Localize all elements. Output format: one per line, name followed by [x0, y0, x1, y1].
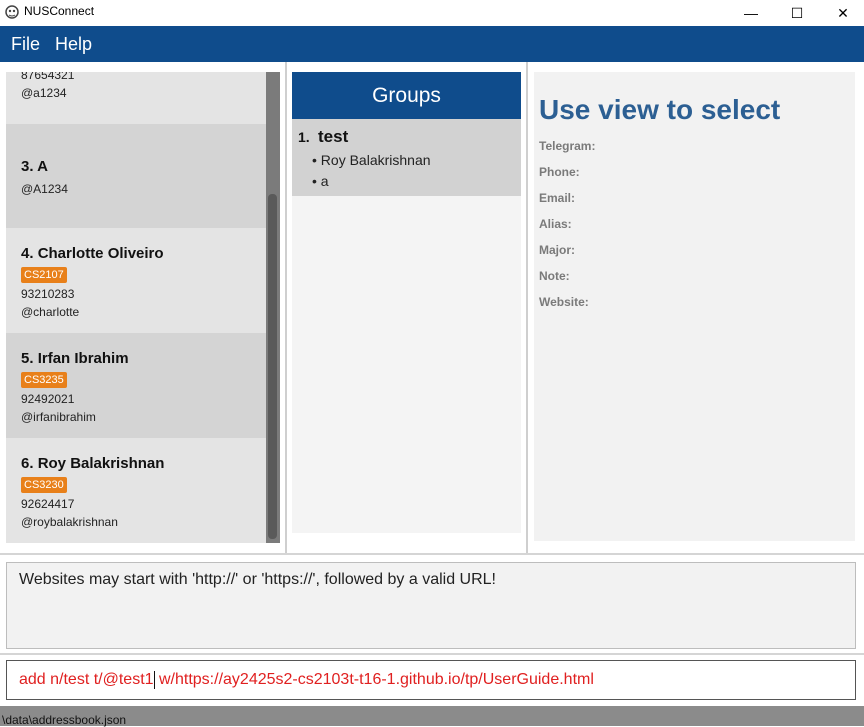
detail-label-telegram: Telegram: — [539, 139, 596, 153]
person-index: 3. — [21, 158, 34, 175]
detail-title: Use view to select — [539, 94, 781, 125]
command-text-before-cursor: add n/test t/@test1 — [19, 671, 154, 689]
pane-divider — [526, 62, 528, 554]
module-tag: CS3235 — [21, 372, 67, 388]
result-display[interactable]: Websites may start with 'http://' or 'ht… — [6, 562, 856, 649]
person-detail-panel: Use view to select Telegram: Phone: Emai… — [534, 72, 855, 541]
person-index: 5. — [21, 350, 34, 367]
group-name: test — [318, 127, 349, 146]
person-telegram: @roybalakrishnan — [21, 515, 118, 529]
close-button[interactable]: ✕ — [820, 0, 864, 26]
section-divider — [0, 653, 864, 655]
person-telegram: @a1234 — [21, 86, 67, 100]
person-card[interactable]: 5. Irfan Ibrahim CS3235 92492021 @irfani… — [6, 333, 266, 438]
save-location: \data\addressbook.json — [2, 713, 127, 727]
person-name: Irfan Ibrahim — [37, 350, 129, 367]
detail-label-note: Note: — [539, 269, 570, 283]
menu-help[interactable]: Help — [55, 34, 92, 55]
person-name: Charlotte Oliveiro — [37, 245, 164, 262]
person-index: 4. — [21, 245, 34, 262]
group-member: • a — [312, 173, 329, 189]
group-member: • Roy Balakrishnan — [312, 152, 431, 168]
person-name: Roy Balakrishnan — [37, 455, 165, 472]
status-bar: \data\addressbook.json — [0, 706, 864, 727]
window-title: NUSConnect — [24, 4, 95, 18]
person-phone: 92624417 — [21, 497, 75, 511]
module-tag: CS3230 — [21, 477, 67, 493]
group-card[interactable]: 1. test • Roy Balakrishnan • a — [292, 119, 521, 196]
person-card[interactable]: 6. Roy Balakrishnan CS3230 92624417 @roy… — [6, 438, 266, 543]
person-card[interactable]: 87654321 @a1234 — [6, 72, 266, 124]
person-name: A — [37, 158, 48, 175]
person-phone: 92492021 — [21, 392, 75, 406]
person-card[interactable]: 3. A @A1234 — [6, 124, 266, 228]
detail-label-phone: Phone: — [539, 165, 580, 179]
groups-header: Groups — [292, 72, 521, 119]
person-telegram: @irfanibrahim — [21, 410, 96, 424]
person-telegram: @charlotte — [21, 305, 80, 319]
menu-bar: File Help — [0, 26, 864, 62]
detail-label-major: Major: — [539, 243, 575, 257]
app-logo-icon — [5, 5, 19, 19]
person-card[interactable]: 4. Charlotte Oliveiro CS2107 93210283 @c… — [6, 228, 266, 333]
command-text-after-cursor: w/https://ay2425s2-cs2103t-t16-1.github.… — [154, 671, 594, 689]
module-tag: CS2107 — [21, 267, 67, 283]
detail-label-website: Website: — [539, 295, 589, 309]
title-bar: NUSConnect — ☐ ✕ — [0, 0, 864, 26]
groups-panel: Groups 1. test • Roy Balakrishnan • a — [292, 72, 521, 533]
menu-file[interactable]: File — [11, 34, 40, 55]
detail-label-email: Email: — [539, 191, 576, 205]
person-phone: 93210283 — [21, 287, 75, 301]
section-divider — [0, 553, 864, 555]
person-telegram: @A1234 — [21, 182, 68, 196]
command-input[interactable]: add n/test t/@test1 w/https://ay2425s2-c… — [6, 660, 856, 700]
person-list[interactable]: 87654321 @a1234 3. A @A1234 4. Charlotte… — [6, 72, 266, 543]
minimize-button[interactable]: — — [728, 0, 774, 26]
group-index: 1. — [298, 129, 310, 145]
scrollbar-thumb[interactable] — [268, 194, 277, 539]
maximize-button[interactable]: ☐ — [774, 0, 820, 26]
result-message: Websites may start with 'http://' or 'ht… — [19, 571, 496, 588]
person-index: 6. — [21, 455, 34, 472]
detail-label-alias: Alias: — [539, 217, 572, 231]
pane-divider — [285, 62, 287, 554]
person-phone: 87654321 — [21, 72, 75, 82]
